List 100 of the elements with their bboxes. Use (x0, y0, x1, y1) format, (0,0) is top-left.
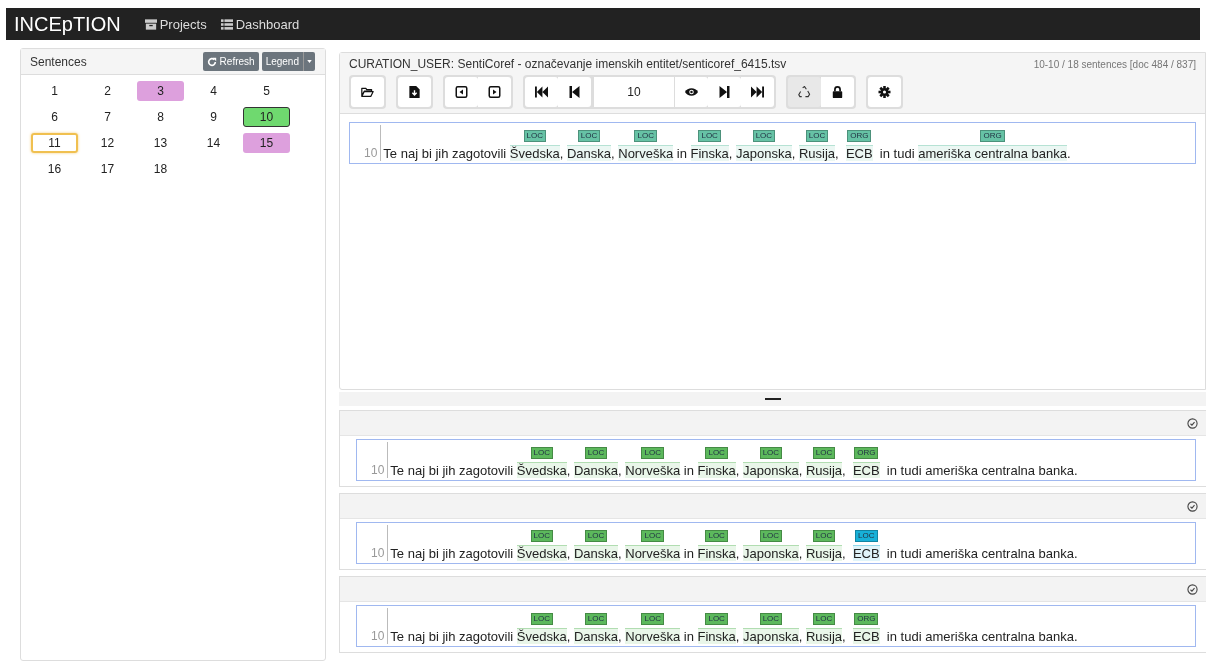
caret-right-icon (488, 86, 501, 98)
sentence-number[interactable]: 7 (84, 107, 131, 127)
annotation-label[interactable]: LOC (641, 530, 664, 542)
annotation-label[interactable]: LOC (759, 613, 783, 625)
sentence-text: , (728, 146, 734, 161)
annotation-label[interactable]: LOC (759, 530, 783, 542)
toolbar-button[interactable] (675, 77, 708, 107)
sentence-number[interactable]: 5 (243, 81, 290, 101)
nav-link[interactable]: Dashboard (220, 16, 300, 32)
check-circle-icon[interactable] (1187, 500, 1198, 512)
sentence-number[interactable]: 17 (84, 159, 131, 179)
toolbar-button[interactable] (821, 77, 854, 107)
toolbar-button[interactable] (558, 77, 591, 107)
sentence-number[interactable]: 12 (84, 133, 131, 153)
annotation-label[interactable]: LOC (530, 530, 553, 542)
toolbar-button[interactable] (478, 77, 511, 107)
annotated-word[interactable]: Finska (690, 145, 729, 161)
annotation-label[interactable]: LOC (705, 530, 728, 542)
sentence-number[interactable]: 16 (31, 159, 78, 179)
annotated-word[interactable]: Japonska (743, 545, 799, 561)
sentence-text: in (682, 546, 695, 561)
annotated-word[interactable]: Danska (566, 145, 611, 161)
check-circle-icon[interactable] (1187, 583, 1198, 595)
annotation-label[interactable]: LOC (759, 447, 783, 459)
check-circle-icon[interactable] (1187, 417, 1198, 429)
annotation-label[interactable]: ORG (847, 130, 872, 142)
sentence-number[interactable]: 13 (137, 133, 184, 153)
annotation-label[interactable]: LOC (523, 130, 546, 142)
annotated-word[interactable]: Japonska (743, 628, 799, 644)
app-logo[interactable]: INCEpTION (14, 12, 121, 36)
sentence-number[interactable]: 11 (31, 133, 78, 153)
line-number: 10 (371, 525, 389, 561)
sentence-number[interactable]: 14 (190, 133, 237, 153)
annotated-word[interactable]: Norveška (625, 545, 681, 561)
sentence-number[interactable]: 10 (243, 107, 290, 127)
annotated-word[interactable]: Švedska (516, 545, 567, 561)
refresh-icon (206, 56, 217, 67)
lock-icon (831, 86, 844, 98)
nav-link[interactable]: Projects (144, 16, 207, 32)
sentence-text: , (798, 463, 804, 478)
sentence-number[interactable]: 4 (190, 81, 237, 101)
annotated-word[interactable]: ECB (845, 145, 873, 161)
step-forward-icon (718, 86, 731, 98)
fast-backward-icon (535, 86, 548, 98)
annotated-word[interactable]: Japonska (736, 145, 792, 161)
annotated-word[interactable]: Danska (573, 545, 618, 561)
annotated-word[interactable]: ECB (852, 628, 880, 644)
annotation-label[interactable]: LOC (634, 130, 657, 142)
annotated-word[interactable]: Norveška (625, 462, 681, 478)
annotation-label[interactable]: ORG (854, 447, 879, 459)
sentence-number[interactable]: 3 (137, 81, 184, 101)
annotated-word[interactable]: Norveška (618, 145, 674, 161)
annotation-label[interactable]: LOC (812, 613, 836, 625)
annotation-label[interactable]: LOC (584, 613, 608, 625)
toolbar-button[interactable] (525, 77, 558, 107)
annotation-label[interactable]: LOC (584, 530, 608, 542)
annotation-label[interactable]: ORG (980, 130, 1005, 142)
sentence-number[interactable]: 8 (137, 107, 184, 127)
annotated-word[interactable]: Danska (573, 462, 618, 478)
dropdown-toggle[interactable] (303, 52, 315, 71)
annotated-word[interactable]: Norveška (625, 628, 681, 644)
panel-title: Sentences (30, 54, 87, 69)
resize-handle[interactable] (764, 398, 781, 400)
annotation-label[interactable]: LOC (641, 613, 664, 625)
annotation-label[interactable]: LOC (584, 447, 608, 459)
annotated-word[interactable]: Švedska (516, 628, 567, 644)
annotation-label[interactable]: LOC (812, 530, 836, 542)
annotation-label[interactable]: LOC (705, 613, 728, 625)
annotated-word[interactable]: Finska (697, 628, 736, 644)
sentence-number[interactable]: 9 (190, 107, 237, 127)
annotation-label[interactable]: LOC (705, 447, 728, 459)
toolbar-button[interactable] (741, 77, 774, 107)
annotation-label[interactable]: LOC (530, 613, 553, 625)
annotation-label[interactable]: LOC (577, 130, 601, 142)
annotated-word[interactable]: Finska (697, 545, 736, 561)
annotation-label[interactable]: LOC (805, 130, 829, 142)
annotation-label[interactable]: LOC (530, 447, 553, 459)
legend-button[interactable]: Legend (261, 52, 303, 71)
annotated-word[interactable]: Švedska (516, 462, 567, 478)
annotated-word[interactable]: Švedska (509, 145, 560, 161)
annotated-word[interactable]: Danska (573, 628, 618, 644)
annotated-word[interactable]: Japonska (743, 462, 799, 478)
page-field[interactable]: 10 (594, 77, 674, 107)
sentence-text: , (798, 629, 804, 644)
sentence-number[interactable]: 18 (137, 159, 184, 179)
annotation-label[interactable]: LOC (752, 130, 776, 142)
annotated-word[interactable]: ECB (852, 462, 880, 478)
annotation-label[interactable]: LOC (698, 130, 721, 142)
annotation-label[interactable]: LOC (812, 447, 836, 459)
annotated-word[interactable]: ECB (852, 545, 880, 561)
refresh-button[interactable]: Refresh (202, 52, 259, 71)
sentence-number[interactable]: 1 (31, 81, 78, 101)
toolbar-button[interactable] (445, 77, 478, 107)
annotation-label[interactable]: LOC (641, 447, 664, 459)
sentence-number[interactable]: 2 (84, 81, 131, 101)
sentence-number[interactable]: 15 (243, 133, 290, 153)
annotation-label[interactable]: ORG (854, 613, 879, 625)
sentence-number[interactable]: 6 (31, 107, 78, 127)
annotation-label[interactable]: LOC (855, 530, 878, 542)
annotated-word[interactable]: Finska (697, 462, 736, 478)
